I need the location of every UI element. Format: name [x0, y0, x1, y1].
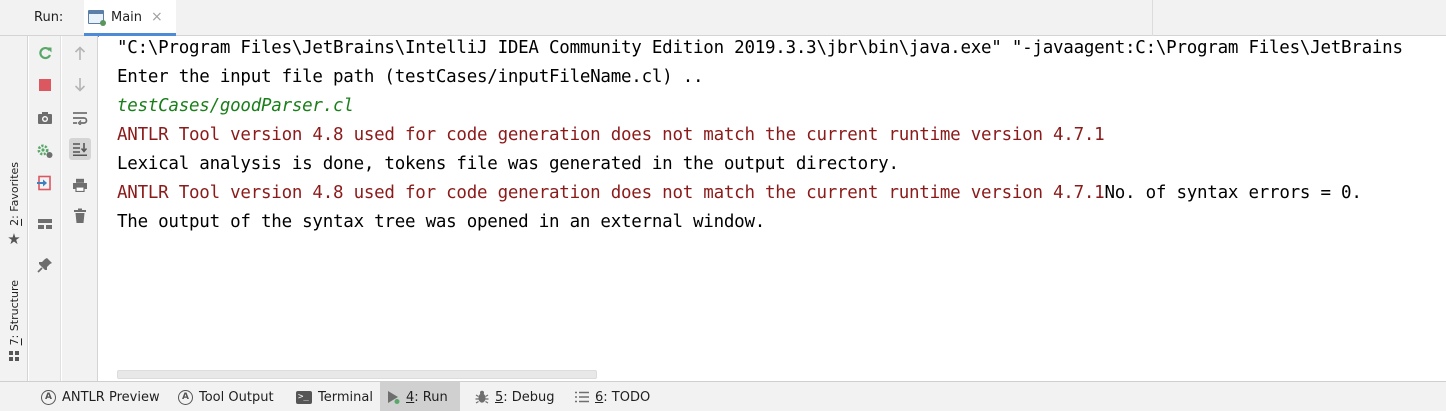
debug-button[interactable]: 5: Debug [469, 382, 561, 411]
console-line-user-input: testCases/goodParser.cl [117, 96, 354, 116]
layout-icon[interactable] [34, 213, 56, 235]
antlr-preview-label: ANTLR Preview [62, 389, 160, 405]
console-line-command: "C:\Program Files\JetBrains\IntelliJ IDE… [117, 38, 1403, 58]
terminal-icon: >_ [296, 390, 312, 404]
pin-icon[interactable] [34, 254, 56, 276]
terminal-label: Terminal [318, 389, 373, 405]
favorites-label: 2: Favorites [7, 162, 21, 226]
antlr-icon: A [41, 389, 56, 405]
scroll-to-end-icon[interactable] [69, 138, 91, 160]
tool-output-label: Tool Output [199, 389, 274, 405]
run-icon [386, 390, 400, 404]
print-icon[interactable] [69, 174, 91, 196]
structure-stripe-button[interactable]: 7: Structure [5, 280, 23, 362]
run-toolbar-primary [29, 36, 61, 381]
camera-icon[interactable] [34, 107, 56, 129]
console-line-tree: The output of the syntax tree was opened… [117, 212, 766, 232]
left-tool-stripe: 2: Favorites ★ 7: Structure [0, 36, 28, 381]
arrow-up-icon[interactable] [69, 42, 91, 64]
todo-label: 6: TODO [595, 389, 651, 405]
arrow-down-icon[interactable] [69, 74, 91, 96]
debug-label: 5: Debug [495, 389, 555, 405]
run-tool-window-header: Run: Main × [0, 0, 1446, 37]
structure-label: 7: Structure [7, 280, 21, 346]
horizontal-scrollbar[interactable] [117, 370, 597, 379]
run-toolbar-secondary [62, 36, 98, 381]
trash-icon[interactable] [69, 205, 91, 227]
todo-icon [574, 391, 589, 403]
run-button[interactable]: 4: Run [380, 382, 460, 411]
console-line-mixed: ANTLR Tool version 4.8 used for code gen… [117, 179, 1362, 207]
bottom-tool-bar: A ANTLR Preview A Tool Output >_ Termina… [0, 381, 1446, 411]
star-icon: ★ [7, 229, 21, 248]
header-divider [1152, 0, 1153, 36]
run-label-bottom: 4: Run [406, 389, 448, 405]
console-line-prompt: Enter the input file path (testCases/inp… [117, 67, 704, 87]
console-line-error-2: ANTLR Tool version 4.8 used for code gen… [117, 183, 1105, 203]
gear-icon[interactable] [34, 140, 56, 162]
terminal-button[interactable]: >_ Terminal [290, 382, 379, 411]
todo-button[interactable]: 6: TODO [568, 382, 656, 411]
console-output[interactable]: "C:\Program Files\JetBrains\IntelliJ IDE… [99, 36, 1446, 381]
favorites-stripe-button[interactable]: 2: Favorites ★ [5, 162, 23, 247]
exit-icon[interactable] [34, 172, 56, 194]
run-label: Run: [34, 10, 64, 25]
console-line-error: ANTLR Tool version 4.8 used for code gen… [117, 125, 1105, 145]
structure-icon [8, 351, 20, 362]
tab-main-label: Main [111, 10, 143, 25]
bug-icon [475, 390, 489, 404]
console-line-syntax-errors: No. of syntax errors = 0. [1104, 183, 1362, 203]
tab-main[interactable]: Main × [84, 0, 176, 37]
console-line-lexical: Lexical analysis is done, tokens file wa… [117, 154, 899, 174]
application-config-icon [88, 10, 106, 26]
soft-wrap-icon[interactable] [69, 107, 91, 129]
antlr-icon: A [178, 389, 193, 405]
stop-icon[interactable] [34, 74, 56, 96]
rerun-icon[interactable] [34, 42, 56, 64]
close-icon[interactable]: × [151, 9, 163, 25]
tool-output-button[interactable]: A Tool Output [172, 382, 280, 411]
antlr-preview-button[interactable]: A ANTLR Preview [35, 382, 166, 411]
